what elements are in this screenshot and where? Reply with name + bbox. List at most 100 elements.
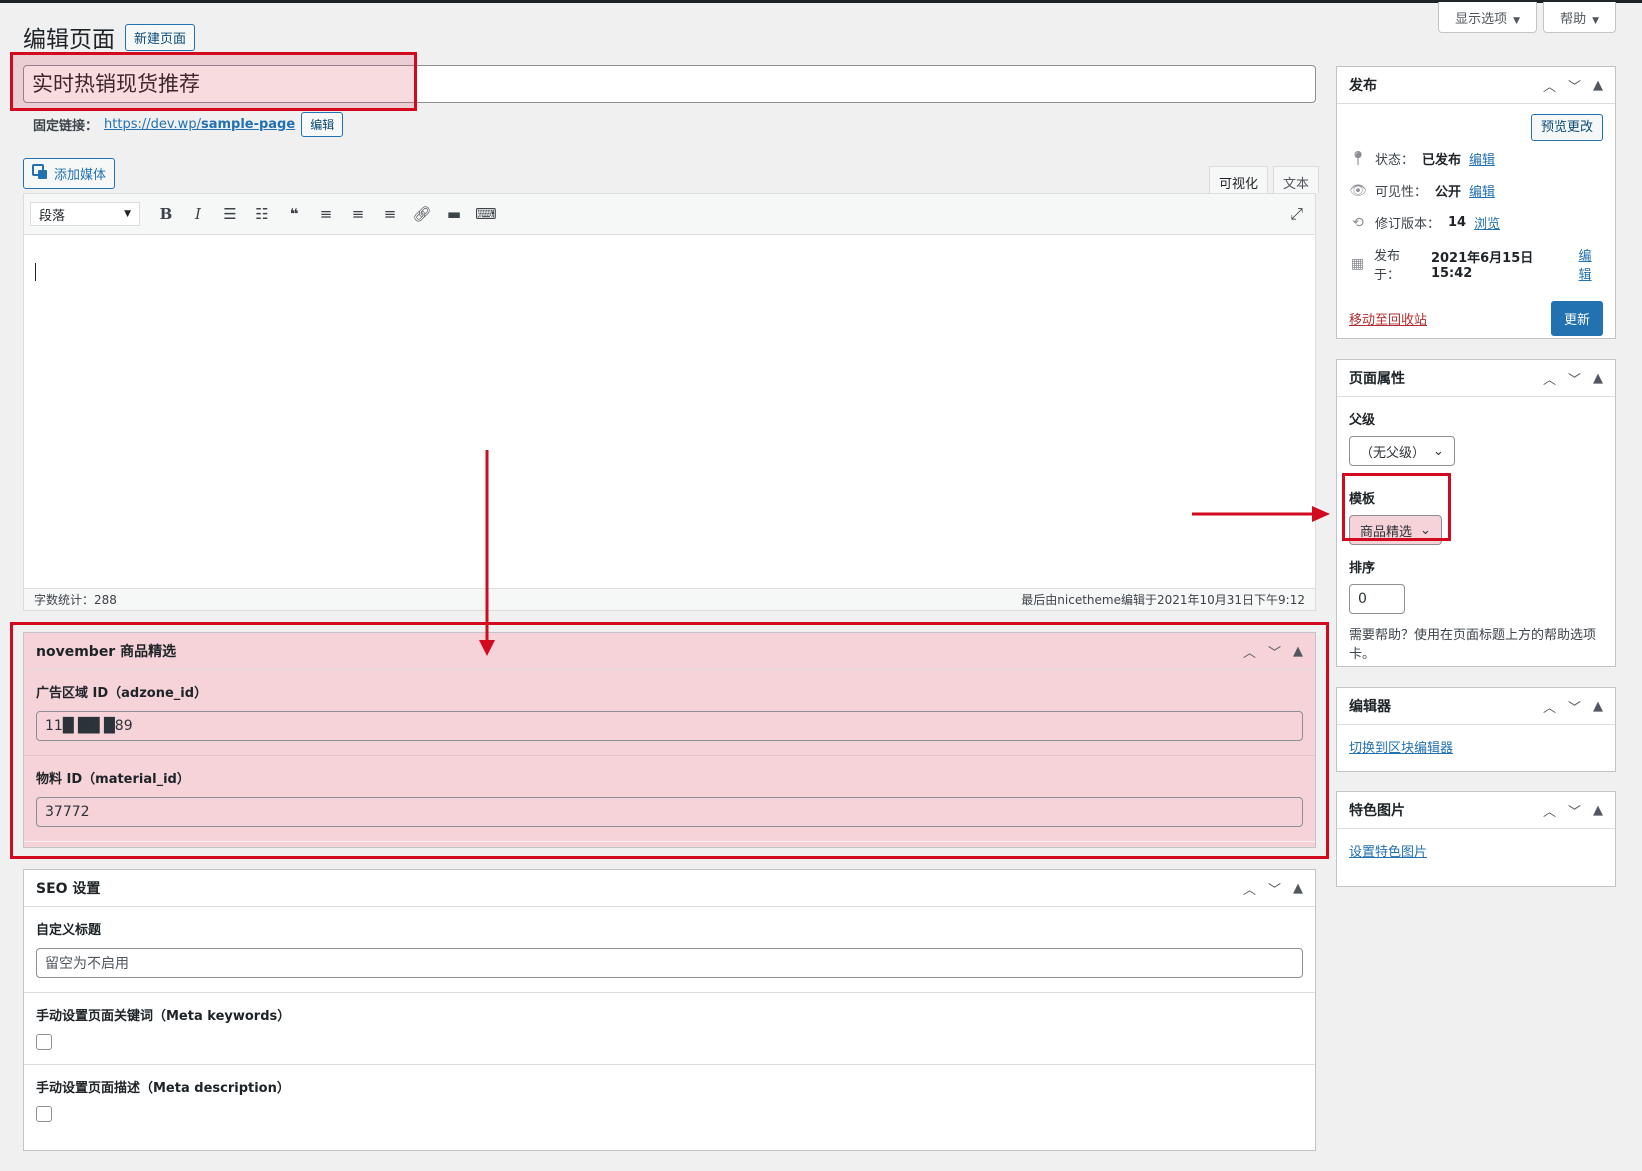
- update-button[interactable]: 更新: [1550, 301, 1603, 336]
- status-row: 📍︎ 状态： 已发布 编辑: [1349, 149, 1603, 169]
- pin-icon: 📍︎: [1349, 150, 1367, 167]
- switch-to-block-editor-link[interactable]: 切换到区块编辑器: [1349, 741, 1453, 756]
- revisions-label: 修订版本：: [1375, 217, 1441, 232]
- tab-visual[interactable]: 可视化: [1209, 166, 1269, 193]
- status-edit-link[interactable]: 编辑: [1469, 149, 1495, 168]
- visibility-edit-link[interactable]: 编辑: [1469, 181, 1495, 200]
- word-count: 字数统计：288: [34, 593, 117, 607]
- right-arrow-icon: [1192, 506, 1330, 522]
- custom-title-input[interactable]: 留空为不启用: [36, 948, 1303, 978]
- read-more-icon[interactable]: ▬: [438, 205, 470, 223]
- page-attributes-title: 页面属性: [1349, 371, 1405, 387]
- text-cursor: [35, 263, 36, 281]
- permalink-row: 固定链接： https://dev.wp/sample-page 编辑: [33, 112, 344, 137]
- link-icon[interactable]: 🔗︎: [406, 205, 438, 223]
- editor-switch-metabox: 编辑器 ︿ ﹀ ▲ 切换到区块编辑器: [1336, 687, 1616, 772]
- visibility-label: 可见性：: [1375, 185, 1428, 200]
- editor-switch-inside: 切换到区块编辑器: [1337, 725, 1615, 768]
- page-attributes-header: 页面属性 ︿ ﹀ ▲: [1337, 360, 1615, 397]
- collapse-icon[interactable]: ▲: [1593, 371, 1603, 386]
- page-title: 编辑页面: [23, 27, 115, 53]
- chevron-down-icon: ⌄: [1433, 443, 1444, 459]
- move-down-icon[interactable]: ﹀: [1568, 76, 1581, 95]
- visibility-row: 👁︎ 可见性： 公开 编辑: [1349, 181, 1603, 201]
- toolbar-toggle-icon[interactable]: ⌨: [470, 205, 502, 223]
- permalink-url[interactable]: https://dev.wp/sample-page: [104, 117, 295, 132]
- visibility-value: 公开: [1435, 185, 1462, 200]
- order-label: 排序: [1349, 561, 1376, 576]
- custom-title-field: 自定义标题 留空为不启用: [24, 907, 1315, 993]
- numbered-list-icon[interactable]: ☷: [246, 205, 278, 223]
- editor-content-area[interactable]: [24, 235, 1315, 588]
- tab-text[interactable]: 文本: [1273, 166, 1320, 193]
- parent-select[interactable]: （无父级） ⌄: [1349, 436, 1455, 466]
- publish-metabox-title: 发布: [1349, 78, 1377, 94]
- revisions-value: 14: [1448, 215, 1467, 230]
- editor-switch-title: 编辑器: [1349, 699, 1391, 715]
- template-highlight: [1342, 473, 1451, 541]
- revisions-browse-link[interactable]: 浏览: [1474, 213, 1500, 232]
- move-down-icon[interactable]: ﹀: [1568, 697, 1581, 716]
- meta-keywords-label: 手动设置页面关键词（Meta keywords）: [36, 1009, 291, 1024]
- permalink-slug: sample-page: [200, 117, 296, 132]
- add-media-label: 添加媒体: [54, 168, 107, 183]
- italic-icon[interactable]: I: [182, 205, 214, 223]
- preview-changes-button[interactable]: 预览更改: [1530, 114, 1603, 141]
- revisions-row: ⟲ 修订版本： 14 浏览: [1349, 213, 1603, 233]
- meta-description-label: 手动设置页面描述（Meta description）: [36, 1081, 290, 1096]
- classic-editor: 段落 ▼ B I ☰ ☷ ❝ ≡ ≡ ≡ 🔗︎ ▬ ⌨ ⤢ 字数统计：288 最…: [23, 193, 1316, 611]
- featured-image-header: 特色图片 ︿ ﹀ ▲: [1337, 792, 1615, 829]
- move-up-icon[interactable]: ︿: [1543, 697, 1556, 716]
- move-down-icon[interactable]: ﹀: [1568, 369, 1581, 388]
- chevron-down-icon: ▼: [124, 209, 131, 219]
- publish-metabox: 发布 ︿ ﹀ ▲ 预览更改 📍︎ 状态： 已发布 编辑 👁︎ 可见性： 公开 编…: [1336, 66, 1616, 339]
- new-page-button[interactable]: 新建页面: [125, 23, 196, 51]
- collapse-icon[interactable]: ▲: [1593, 78, 1603, 93]
- bullet-list-icon[interactable]: ☰: [214, 205, 246, 223]
- custom-title-label: 自定义标题: [36, 923, 102, 938]
- collapse-icon[interactable]: ▲: [1593, 803, 1603, 818]
- add-media-button[interactable]: 添加媒体: [23, 158, 116, 189]
- page-heading: 编辑页面 新建页面: [23, 20, 196, 54]
- seo-metabox-title: SEO 设置: [36, 881, 101, 897]
- move-up-icon[interactable]: ︿: [1543, 801, 1556, 820]
- collapse-icon[interactable]: ▲: [1293, 881, 1303, 896]
- align-left-icon[interactable]: ≡: [310, 205, 342, 223]
- format-select[interactable]: 段落 ▼: [30, 202, 140, 226]
- featured-image-inside: 设置特色图片: [1337, 829, 1615, 872]
- move-up-icon[interactable]: ︿: [1543, 369, 1556, 388]
- move-up-icon[interactable]: ︿: [1543, 76, 1556, 95]
- history-icon: ⟲: [1352, 214, 1364, 231]
- screen-options-button[interactable]: 显示选项 ▼: [1438, 2, 1538, 33]
- editor-tabs: 可视化 文本: [1209, 166, 1320, 193]
- format-select-value: 段落: [39, 208, 66, 224]
- published-on-label: 发布于：: [1373, 249, 1400, 283]
- help-button[interactable]: 帮助 ▼: [1543, 2, 1616, 33]
- meta-keywords-checkbox[interactable]: [36, 1034, 52, 1050]
- fullscreen-icon[interactable]: ⤢: [1290, 204, 1303, 224]
- permalink-label: 固定链接：: [33, 119, 99, 134]
- editor-toolbar: 段落 ▼ B I ☰ ☷ ❝ ≡ ≡ ≡ 🔗︎ ▬ ⌨ ⤢: [24, 194, 1315, 235]
- admin-bar-edge: [0, 0, 1642, 3]
- bold-icon[interactable]: B: [150, 205, 182, 223]
- order-input[interactable]: 0: [1349, 584, 1405, 614]
- move-up-icon[interactable]: ︿: [1243, 879, 1256, 898]
- publish-metabox-header: 发布 ︿ ﹀ ▲: [1337, 67, 1615, 104]
- permalink-url-prefix: https://dev.wp/: [104, 117, 201, 132]
- move-down-icon[interactable]: ﹀: [1568, 801, 1581, 820]
- blockquote-icon[interactable]: ❝: [278, 205, 310, 223]
- permalink-edit-button[interactable]: 编辑: [301, 112, 344, 137]
- status-value: 已发布: [1422, 153, 1462, 168]
- caret-down-icon: ▼: [1513, 16, 1521, 26]
- published-on-edit-link[interactable]: 编辑: [1579, 245, 1604, 283]
- align-right-icon[interactable]: ≡: [374, 205, 406, 223]
- move-down-icon[interactable]: ﹀: [1268, 879, 1281, 898]
- align-center-icon[interactable]: ≡: [342, 205, 374, 223]
- set-featured-image-link[interactable]: 设置特色图片: [1349, 845, 1427, 860]
- meta-description-checkbox[interactable]: [36, 1106, 52, 1122]
- title-highlight: [10, 52, 417, 111]
- move-to-trash-link[interactable]: 移动至回收站: [1349, 309, 1427, 328]
- down-arrow-icon: [479, 450, 495, 656]
- collapse-icon[interactable]: ▲: [1593, 699, 1603, 714]
- seo-metabox: SEO 设置 ︿ ﹀ ▲ 自定义标题 留空为不启用 手动设置页面关键词（Meta…: [23, 869, 1316, 1151]
